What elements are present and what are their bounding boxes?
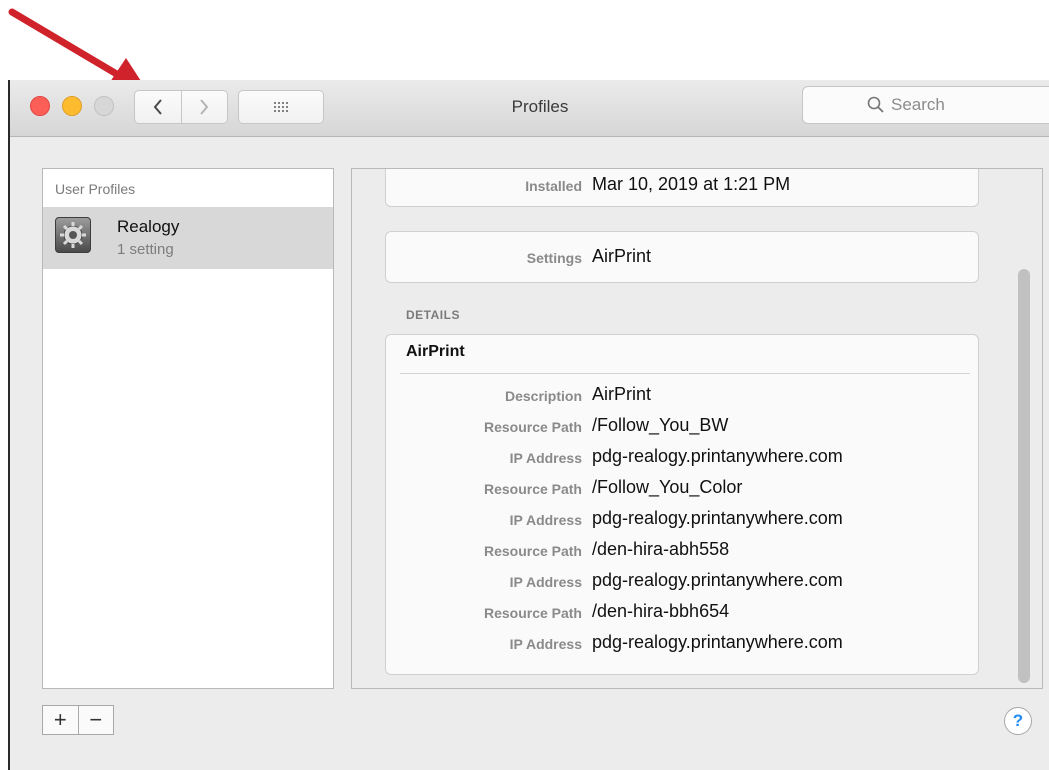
title-bar: Profiles [10, 80, 1049, 137]
profile-name: Realogy [117, 217, 180, 236]
back-button[interactable] [135, 91, 181, 123]
minimize-window-button[interactable] [62, 96, 82, 116]
row-value: /Follow_You_Color [592, 477, 743, 497]
chevron-right-icon [200, 99, 209, 115]
sidebar-header: User Profiles [55, 181, 136, 197]
detail-row: Resource Path /Follow_You_Color [386, 475, 978, 506]
preferences-window: Profiles User Profiles [8, 80, 1049, 770]
detail-row: Resource Path /den-hira-bbh654 [386, 599, 978, 630]
row-label: Resource Path [483, 605, 582, 621]
row-label: Description [504, 388, 582, 404]
close-window-button[interactable] [30, 96, 50, 116]
installed-value: Mar 10, 2019 at 1:21 PM [592, 174, 791, 194]
row-label: Resource Path [483, 419, 582, 435]
row-label: Resource Path [483, 481, 582, 497]
row-value: /den-hira-bbh654 [592, 601, 730, 621]
detail-row: Resource Path /Follow_You_BW [386, 413, 978, 444]
detail-row: IP Address pdg-realogy.printanywhere.com [386, 444, 978, 475]
sidebar-item-realogy[interactable]: Realogy 1 setting [43, 207, 333, 269]
show-all-button[interactable] [238, 90, 324, 124]
row-value: AirPrint [592, 384, 652, 404]
airprint-details-box: AirPrint Description AirPrint Resource P… [385, 334, 979, 675]
installed-box: Installed Mar 10, 2019 at 1:21 PM [385, 169, 979, 207]
search-field[interactable] [802, 86, 1049, 124]
row-value: /den-hira-abh558 [592, 539, 730, 559]
section-title: AirPrint [406, 343, 465, 360]
settings-label: Settings [526, 250, 582, 266]
detail-row: IP Address pdg-realogy.printanywhere.com [386, 506, 978, 537]
row-value: pdg-realogy.printanywhere.com [592, 632, 843, 652]
profile-subtitle: 1 setting [117, 241, 174, 258]
search-icon [867, 96, 884, 113]
search-input[interactable] [891, 93, 1049, 117]
detail-row: IP Address pdg-realogy.printanywhere.com [386, 630, 978, 661]
profile-detail-pane: Installed Mar 10, 2019 at 1:21 PM Settin… [351, 168, 1043, 689]
row-value: pdg-realogy.printanywhere.com [592, 446, 843, 466]
remove-profile-button[interactable]: − [77, 706, 114, 734]
window-title: Profiles [511, 97, 569, 116]
add-remove-control: + − [42, 705, 114, 735]
settings-value: AirPrint [592, 246, 652, 266]
scrollbar-thumb[interactable] [1018, 269, 1030, 683]
row-label: IP Address [509, 574, 582, 590]
row-label: IP Address [509, 636, 582, 652]
row-value: /Follow_You_BW [592, 415, 729, 435]
forward-button[interactable] [180, 91, 228, 123]
divider [400, 373, 970, 374]
detail-row: Description AirPrint [386, 382, 978, 413]
chevron-left-icon [153, 99, 162, 115]
row-label: IP Address [509, 512, 582, 528]
installed-label: Installed [525, 178, 582, 194]
details-header: DETAILS [406, 308, 460, 322]
row-value: pdg-realogy.printanywhere.com [592, 570, 843, 590]
add-profile-button[interactable]: + [43, 706, 78, 734]
row-label: IP Address [509, 450, 582, 466]
detail-row: Resource Path /den-hira-abh558 [386, 537, 978, 568]
settings-box: Settings AirPrint [385, 231, 979, 283]
gear-icon [55, 217, 91, 253]
profiles-sidebar: User Profiles Realogy 1 setting [42, 168, 334, 689]
row-value: pdg-realogy.printanywhere.com [592, 508, 843, 528]
navigation-buttons [134, 90, 228, 124]
row-label: Resource Path [483, 543, 582, 559]
detail-row: IP Address pdg-realogy.printanywhere.com [386, 568, 978, 599]
zoom-window-button[interactable] [94, 96, 114, 116]
grid-icon [274, 102, 288, 112]
help-button[interactable]: ? [1004, 707, 1032, 735]
